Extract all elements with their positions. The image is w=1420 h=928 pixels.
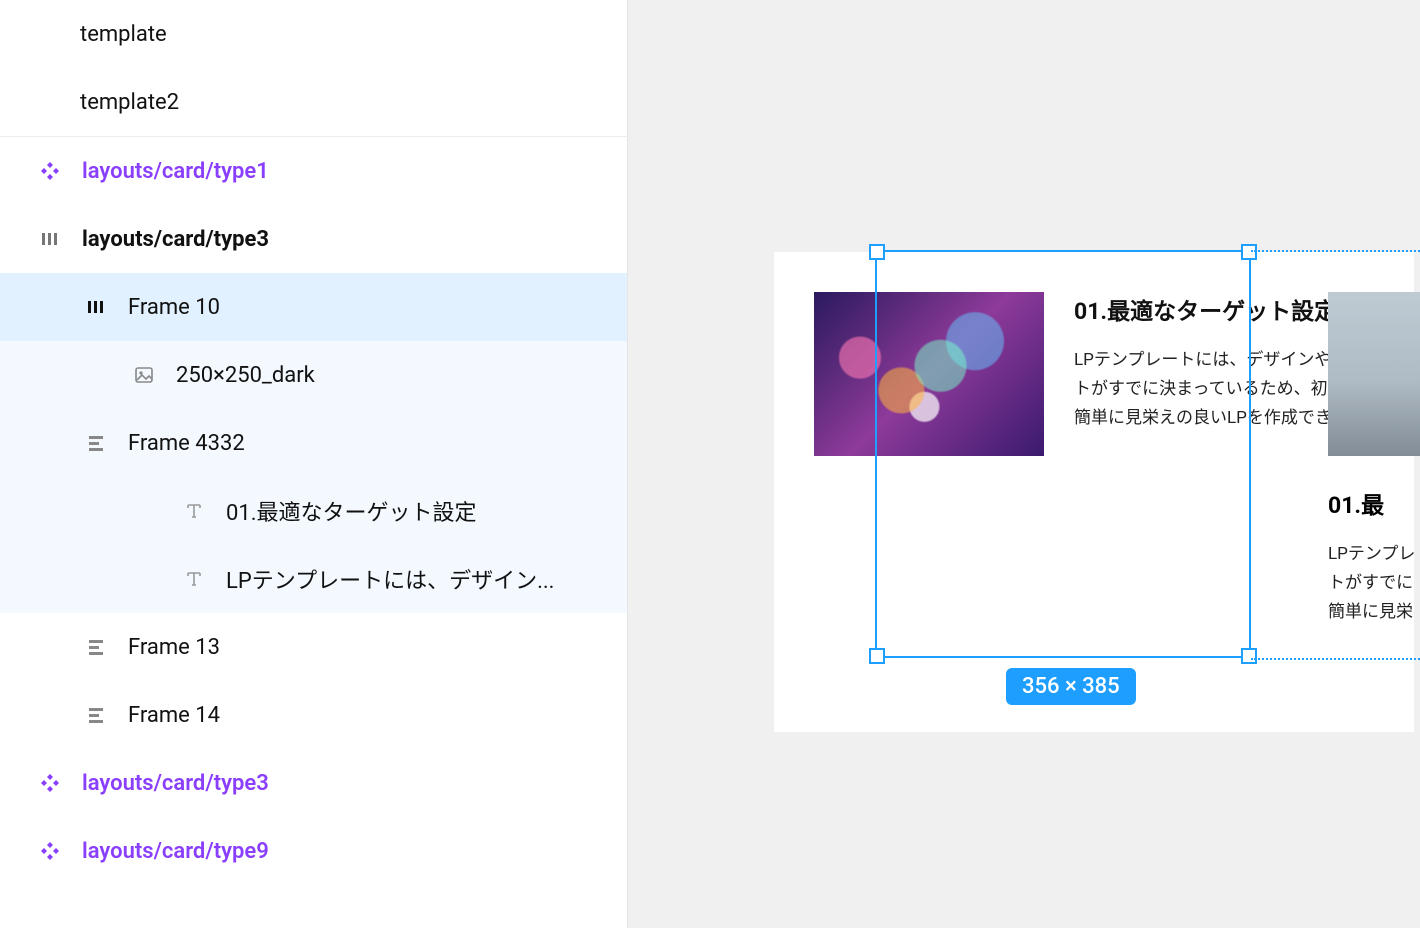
component-icon — [36, 841, 64, 861]
layer-frame-14[interactable]: Frame 14 — [0, 681, 627, 749]
layer-label: 250×250_dark — [176, 363, 315, 388]
layer-layouts-card-type3[interactable]: layouts/card/type3 — [0, 749, 627, 817]
card-body[interactable]: LPテンプレートには、デザインや トがすでに決まっているため、初 簡単に見栄えの… — [1074, 346, 1337, 433]
layer-label: Frame 13 — [128, 635, 220, 660]
text-icon — [180, 570, 208, 588]
layer-frame-13[interactable]: Frame 13 — [0, 613, 627, 681]
layer-label: layouts/card/type9 — [82, 839, 269, 864]
card-body[interactable]: LPテンプレ トがすでに 簡単に見栄 — [1328, 540, 1420, 627]
card-text: 01.最適なターゲット設定 LPテンプレートには、デザインや トがすでに決まって… — [1074, 292, 1337, 433]
component-icon — [36, 161, 64, 181]
guideline-bottom — [1251, 658, 1420, 660]
layer-text-title[interactable]: 01.最適なターゲット設定 — [0, 477, 627, 545]
autolayout-vertical-icon — [82, 638, 110, 656]
layer-image-250x250-dark[interactable]: 250×250_dark — [0, 341, 627, 409]
text-icon — [180, 502, 208, 520]
layer-label: layouts/card/type3 — [82, 771, 269, 796]
layer-template[interactable]: template — [0, 0, 627, 68]
layer-template2[interactable]: template2 — [0, 68, 627, 136]
autolayout-horizontal-icon — [82, 298, 110, 316]
card-title[interactable]: 01.最 — [1328, 486, 1420, 520]
autolayout-horizontal-icon — [36, 230, 64, 248]
layer-label: template — [80, 22, 167, 47]
frame-artboard[interactable]: 01.最適なターゲット設定 LPテンプレートには、デザインや トがすでに決まって… — [774, 252, 1414, 732]
layer-label: Frame 14 — [128, 703, 220, 728]
selection-dimensions: 356 × 385 — [1006, 668, 1136, 705]
layer-label: LPテンプレートには、デザイン... — [226, 563, 554, 595]
layer-layouts-card-type1[interactable]: layouts/card/type1 — [0, 137, 627, 205]
layer-label: layouts/card/type1 — [82, 159, 269, 184]
card-type3-clip: 01.最 LPテンプレ トがすでに 簡単に見栄 — [1328, 292, 1420, 627]
layer-layouts-card-type3-instance[interactable]: layouts/card/type3 — [0, 205, 627, 273]
layer-text-body[interactable]: LPテンプレートには、デザイン... — [0, 545, 627, 613]
card-title[interactable]: 01.最適なターゲット設定 — [1074, 292, 1337, 326]
layer-label: Frame 10 — [128, 295, 220, 320]
canvas[interactable]: layouts/card/type3 01.最適なターゲット設定 LPテンプレー… — [628, 0, 1420, 928]
autolayout-vertical-icon — [82, 706, 110, 724]
layer-frame-4332[interactable]: Frame 4332 — [0, 409, 627, 477]
layer-label: Frame 4332 — [128, 431, 245, 456]
guideline-top — [1251, 250, 1420, 252]
card-image[interactable] — [1328, 292, 1420, 456]
image-icon — [130, 365, 158, 385]
layer-layouts-card-type9[interactable]: layouts/card/type9 — [0, 817, 627, 885]
layer-label: template2 — [80, 90, 179, 115]
layer-frame-10[interactable]: Frame 10 — [0, 273, 627, 341]
component-icon — [36, 773, 64, 793]
card-type3: 01.最適なターゲット設定 LPテンプレートには、デザインや トがすでに決まって… — [814, 292, 1374, 456]
layer-label: 01.最適なターゲット設定 — [226, 495, 477, 527]
layer-label: layouts/card/type3 — [82, 227, 269, 252]
card-image[interactable] — [814, 292, 1044, 456]
autolayout-vertical-icon — [82, 434, 110, 452]
layers-panel: template template2 layouts/card/type1 la… — [0, 0, 628, 928]
